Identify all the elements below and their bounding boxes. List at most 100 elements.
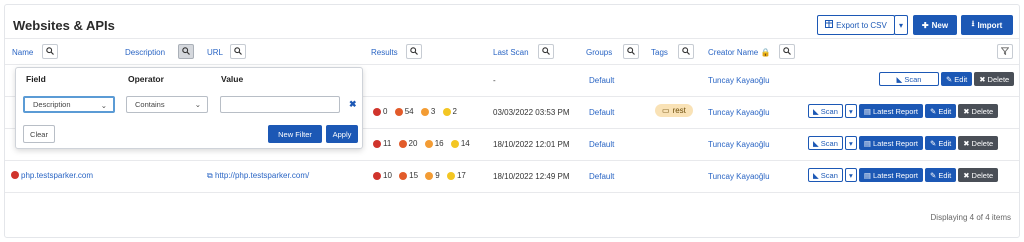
latest-report-button[interactable]: ▤ Latest Report xyxy=(858,136,924,150)
medium-count: 9 xyxy=(425,171,440,180)
row-actions: ◣ Scan ▾ ▤ Latest Report ✎ Edit ✖ Delete xyxy=(808,136,999,150)
scan-button[interactable]: ◣ Scan xyxy=(808,168,843,182)
scan-icon: ◣ xyxy=(813,170,819,180)
creator-cell[interactable]: Tuncay Kayaoğlu xyxy=(708,172,770,181)
search-icon xyxy=(542,46,550,57)
group-cell[interactable]: Default xyxy=(589,172,614,181)
lock-icon: 🔒 xyxy=(760,48,771,57)
scan-button[interactable]: ◣ Scan xyxy=(879,72,939,86)
results-filter-button[interactable] xyxy=(406,44,422,59)
critical-icon xyxy=(373,171,381,180)
edit-button[interactable]: ✎ Edit xyxy=(925,104,957,118)
scan-dropdown-button[interactable]: ▾ xyxy=(844,136,857,150)
tag-cell: ▭ rest xyxy=(655,104,693,117)
low-count: 2 xyxy=(442,107,457,116)
tags-filter-button[interactable] xyxy=(678,44,694,59)
creator-cell[interactable]: Tuncay Kayaoğlu xyxy=(708,140,770,149)
scan-dropdown-button[interactable]: ▾ xyxy=(844,104,857,118)
medium-icon xyxy=(425,171,434,180)
edit-icon: ✎ xyxy=(930,106,937,116)
groups-filter-button[interactable] xyxy=(623,44,639,59)
medium-count: 16 xyxy=(424,139,444,148)
results-cell: 0 54 3 2 xyxy=(373,107,462,118)
scan-button[interactable]: ◣ Scan xyxy=(808,136,843,150)
low-icon xyxy=(446,171,455,180)
field-select[interactable]: Description ⌄ xyxy=(23,96,115,113)
plus-icon: ✚ xyxy=(921,20,929,30)
high-icon xyxy=(399,171,408,180)
column-results[interactable]: Results xyxy=(371,48,398,57)
critical-icon xyxy=(373,139,381,148)
row-actions: ◣ Scan ▾ ▤ Latest Report ✎ Edit ✖ Delete xyxy=(808,168,999,182)
latest-report-button[interactable]: ▤ Latest Report xyxy=(858,104,924,118)
import-button[interactable]: ⭳ Import xyxy=(961,15,1013,35)
delete-button[interactable]: ✖ Delete xyxy=(958,136,999,150)
last-scan-filter-button[interactable] xyxy=(538,44,554,59)
scan-icon: ◣ xyxy=(896,74,903,84)
search-icon xyxy=(783,46,791,57)
column-tags[interactable]: Tags xyxy=(651,48,668,57)
export-csv-button[interactable]: Export to CSV xyxy=(817,15,895,35)
column-url[interactable]: URL xyxy=(207,48,223,57)
search-icon xyxy=(46,46,54,57)
remove-filter-icon[interactable]: ✖ xyxy=(349,99,357,110)
edit-button[interactable]: ✎ Edit xyxy=(925,168,957,182)
group-cell[interactable]: Default xyxy=(589,140,614,149)
delete-button[interactable]: ✖ Delete xyxy=(974,72,1015,86)
last-scan-cell: - xyxy=(493,76,496,85)
low-count: 14 xyxy=(450,139,470,148)
name-cell[interactable]: php.testsparker.com xyxy=(11,171,93,180)
column-creator[interactable]: Creator Name 🔒 xyxy=(708,48,770,57)
scan-dropdown-button[interactable]: ▾ xyxy=(844,168,857,182)
pagination-status: Displaying 4 of 4 items xyxy=(930,213,1011,222)
export-dropdown-button[interactable]: ▾ xyxy=(894,15,908,35)
search-icon xyxy=(627,46,635,57)
edit-icon: ✎ xyxy=(946,74,953,84)
new-filter-button[interactable]: New Filter xyxy=(268,125,322,143)
import-icon: ⭳ xyxy=(971,19,975,28)
filter-popup: Field Operator Value Description ⌄ Conta… xyxy=(15,67,363,149)
operator-header: Operator xyxy=(128,74,164,84)
edit-button[interactable]: ✎ Edit xyxy=(925,136,957,150)
column-groups[interactable]: Groups xyxy=(586,48,612,57)
export-csv-label: Export to CSV xyxy=(836,20,887,30)
creator-filter-button[interactable] xyxy=(779,44,795,59)
results-cell: 11 20 16 14 xyxy=(373,139,475,150)
table-row: php.testsparker.com ⧉ http://php.testspa… xyxy=(5,160,1019,192)
group-cell[interactable]: Default xyxy=(589,76,614,85)
new-button[interactable]: ✚ New xyxy=(913,15,957,35)
high-icon xyxy=(394,107,403,116)
operator-select[interactable]: Contains ⌄ xyxy=(126,96,208,113)
url-filter-button[interactable] xyxy=(230,44,246,59)
column-name[interactable]: Name xyxy=(12,48,33,57)
results-cell: 10 15 9 17 xyxy=(373,171,471,182)
creator-cell[interactable]: Tuncay Kayaoğlu xyxy=(708,108,770,117)
delete-button[interactable]: ✖ Delete xyxy=(958,104,999,118)
scan-icon: ◣ xyxy=(813,106,819,116)
last-scan-cell: 03/03/2022 03:53 PM xyxy=(493,108,570,117)
name-filter-button[interactable] xyxy=(42,44,58,59)
description-filter-button[interactable] xyxy=(178,44,194,59)
close-icon: ✖ xyxy=(963,138,970,148)
url-cell[interactable]: ⧉ http://php.testsparker.com/ xyxy=(207,171,309,181)
group-cell[interactable]: Default xyxy=(589,108,614,117)
latest-report-button[interactable]: ▤ Latest Report xyxy=(858,168,924,182)
delete-button[interactable]: ✖ Delete xyxy=(958,168,999,182)
column-settings-button[interactable] xyxy=(997,44,1013,59)
page-title: Websites & APIs xyxy=(13,18,115,33)
caret-down-icon: ▾ xyxy=(898,20,903,30)
edit-button[interactable]: ✎ Edit xyxy=(941,72,973,86)
scan-button[interactable]: ◣ Scan xyxy=(808,104,843,118)
critical-count: 11 xyxy=(373,139,391,148)
column-description[interactable]: Description xyxy=(125,48,165,57)
apply-button[interactable]: Apply xyxy=(326,125,358,143)
caret-down-icon: ▾ xyxy=(849,138,853,148)
creator-cell[interactable]: Tuncay Kayaoğlu xyxy=(708,76,770,85)
high-icon xyxy=(398,139,407,148)
clear-button[interactable]: Clear xyxy=(23,125,55,143)
tag-badge[interactable]: ▭ rest xyxy=(655,104,693,117)
column-last-scan[interactable]: Last Scan xyxy=(493,48,529,57)
search-icon xyxy=(682,46,690,57)
value-input[interactable] xyxy=(220,96,340,113)
critical-icon xyxy=(11,171,19,179)
